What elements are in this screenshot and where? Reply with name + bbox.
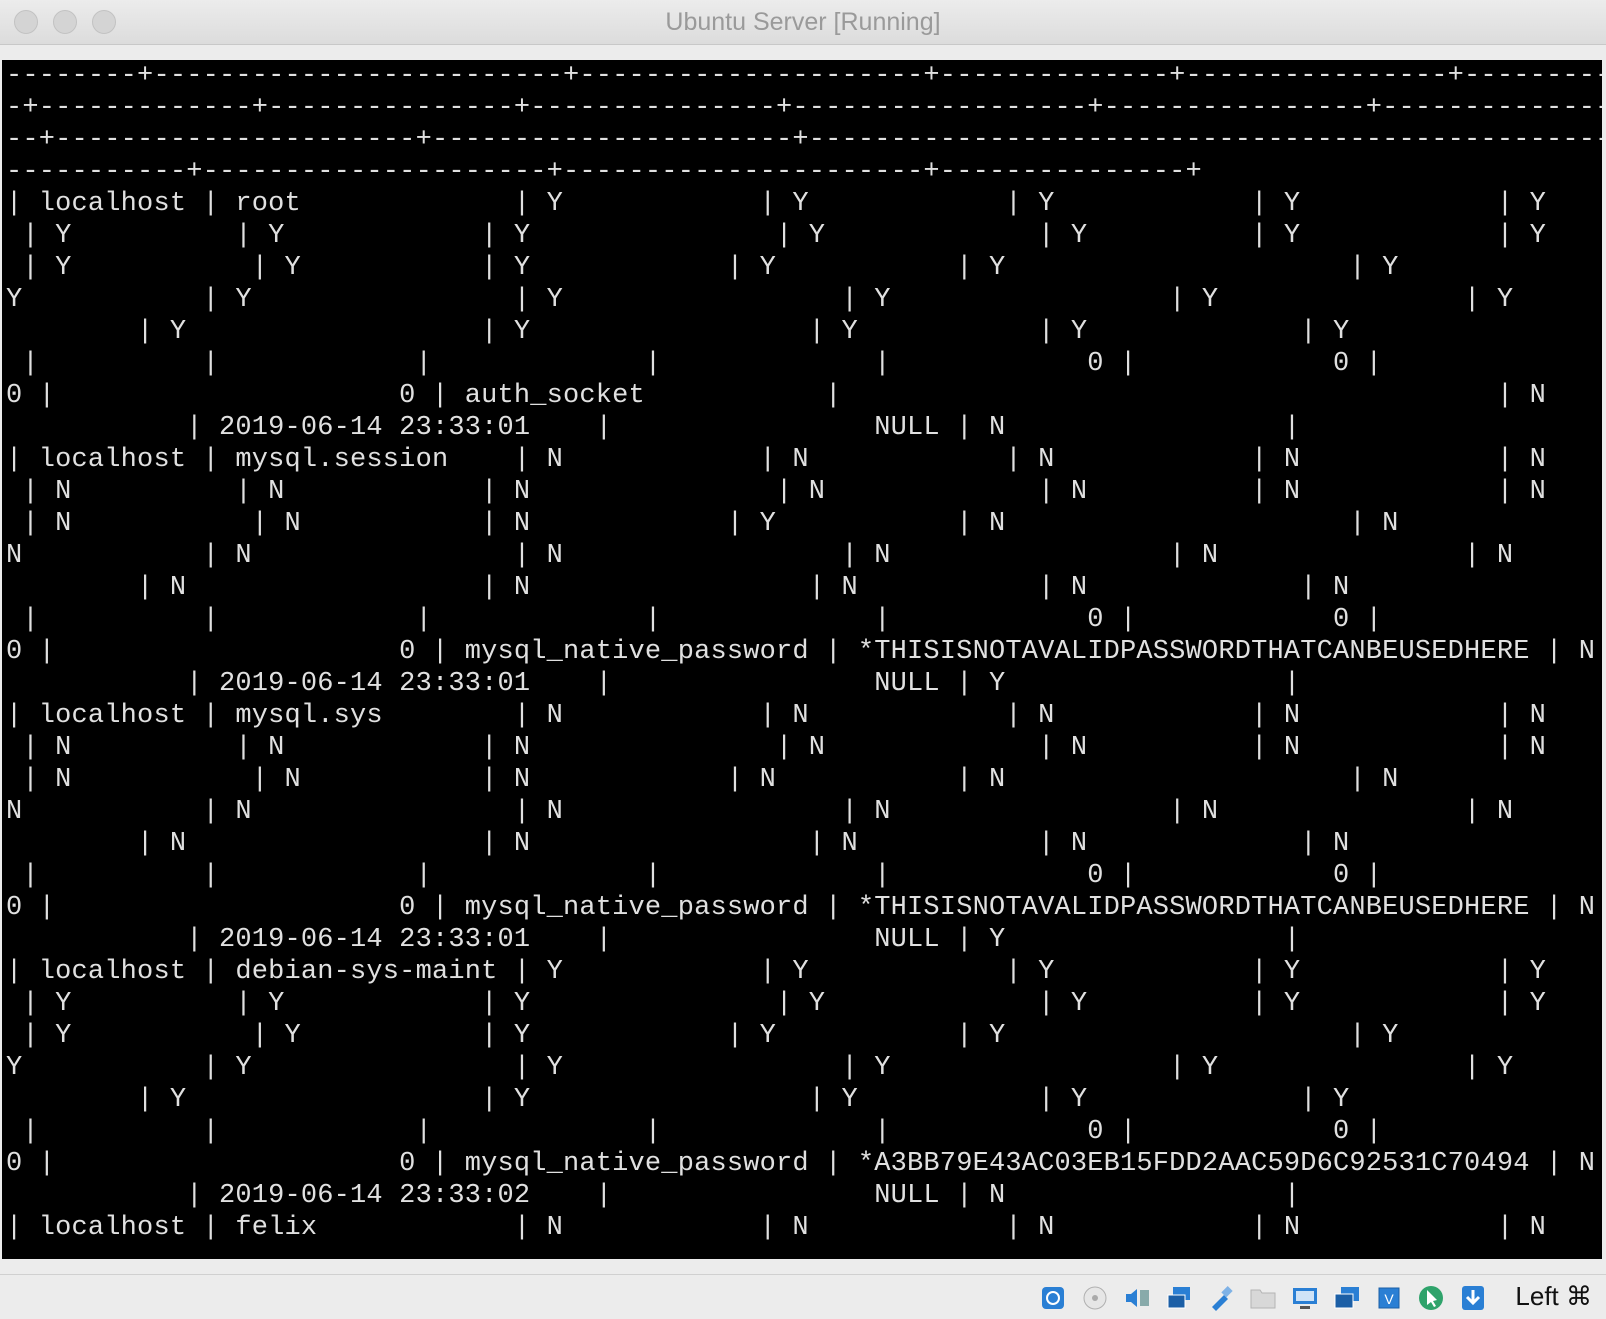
svg-text:V: V: [1384, 1291, 1394, 1307]
terminal-line: 0 | 0 | mysql_native_password | *THISISN…: [6, 637, 1596, 667]
optical-drive-icon[interactable]: [1080, 1283, 1110, 1313]
shared-folder-icon[interactable]: [1248, 1283, 1278, 1313]
terminal-line: N | N | N | N | N | N: [6, 797, 1514, 827]
title-bar: Ubuntu Server [Running]: [0, 0, 1606, 45]
terminal-line: | Y | Y | Y | Y | Y | Y |: [6, 253, 1602, 283]
hard-disk-icon[interactable]: [1038, 1283, 1068, 1313]
mouse-integration-icon[interactable]: [1416, 1283, 1446, 1313]
terminal-line: | N | N | N | N | N: [6, 829, 1350, 859]
terminal-line: | | | | | 0 | 0 |: [6, 1117, 1383, 1147]
keyboard-capture-icon[interactable]: [1458, 1283, 1488, 1313]
terminal-line: 0 | 0 | mysql_native_password | *THISISN…: [6, 893, 1596, 923]
cpu-vt-icon[interactable]: V: [1374, 1283, 1404, 1313]
terminal-line: | 2019-06-14 23:33:02 | NULL | N |: [6, 1181, 1301, 1211]
terminal-line: | N | N | N | N | N | N | N: [6, 477, 1546, 507]
terminal-line: | localhost | debian-sys-maint | Y | Y |…: [6, 957, 1546, 987]
terminal-line: Y | Y | Y | Y | Y | Y: [6, 285, 1514, 315]
terminal-line: -----------+---------------------+------…: [6, 157, 1202, 187]
terminal-line: | Y | Y | Y | Y | Y | Y | Y: [6, 221, 1546, 251]
terminal-line: | Y | Y | Y | Y | Y: [6, 1085, 1350, 1115]
terminal-output: --------+-------------------------+-----…: [6, 60, 1602, 1244]
terminal-line: | localhost | root | Y | Y | Y | Y | Y: [6, 189, 1546, 219]
status-bar: V Left ⌘: [0, 1274, 1606, 1319]
terminal-line: | 2019-06-14 23:33:01 | NULL | N |: [6, 413, 1301, 443]
terminal-line: 0 | 0 | auth_socket | | N: [6, 381, 1546, 411]
vm-console-screen[interactable]: --------+-------------------------+-----…: [2, 60, 1602, 1259]
window-title: Ubuntu Server [Running]: [665, 8, 941, 36]
terminal-line: 0 | 0 | mysql_native_password | *A3BB79E…: [6, 1149, 1596, 1179]
display-icon[interactable]: [1290, 1283, 1320, 1313]
terminal-line: | N | N | N | Y | N | N |: [6, 509, 1602, 539]
terminal-line: | N | N | N | N | N | N | N: [6, 733, 1546, 763]
screen-recording-icon[interactable]: [1332, 1283, 1362, 1313]
usb-icon[interactable]: [1206, 1283, 1236, 1313]
terminal-line: | N | N | N | N | N | N |: [6, 765, 1602, 795]
terminal-line: --------+-------------------------+-----…: [6, 61, 1602, 91]
terminal-line: | Y | Y | Y | Y | Y | Y |: [6, 1021, 1602, 1051]
terminal-line: | localhost | felix | N | N | N | N | N: [6, 1213, 1546, 1243]
terminal-line: | Y | Y | Y | Y | Y: [6, 317, 1350, 347]
terminal-line: | | | | | 0 | 0 |: [6, 861, 1383, 891]
terminal-line: | | | | | 0 | 0 |: [6, 349, 1383, 379]
terminal-line: | | | | | 0 | 0 |: [6, 605, 1383, 635]
terminal-line: N | N | N | N | N | N: [6, 541, 1514, 571]
vm-window: Ubuntu Server [Running] --------+-------…: [0, 0, 1606, 1319]
network-icon[interactable]: [1164, 1283, 1194, 1313]
host-key-label: Left ⌘: [1515, 1281, 1592, 1311]
audio-icon[interactable]: [1122, 1283, 1152, 1313]
terminal-line: --+----------------------+--------------…: [6, 125, 1602, 155]
terminal-line: Y | Y | Y | Y | Y | Y: [6, 1053, 1514, 1083]
terminal-line: | 2019-06-14 23:33:01 | NULL | Y |: [6, 669, 1301, 699]
terminal-line: | localhost | mysql.session | N | N | N …: [6, 445, 1546, 475]
terminal-line: -+-------------+---------------+--------…: [6, 93, 1602, 123]
terminal-line: | 2019-06-14 23:33:01 | NULL | Y |: [6, 925, 1301, 955]
terminal-line: | localhost | mysql.sys | N | N | N | N …: [6, 701, 1546, 731]
terminal-line: | N | N | N | N | N: [6, 573, 1350, 603]
terminal-line: | Y | Y | Y | Y | Y | Y | Y: [6, 989, 1546, 1019]
